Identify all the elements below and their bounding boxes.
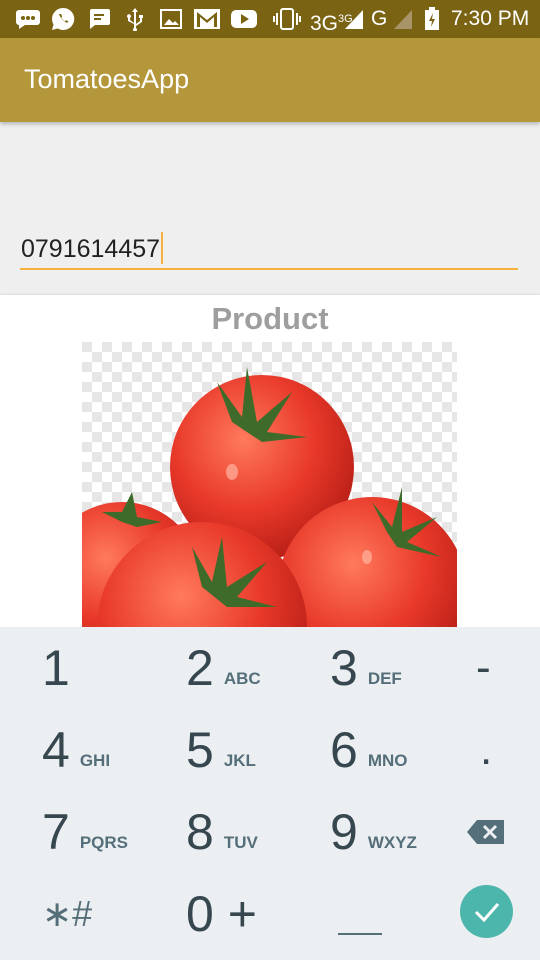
key-letters: DEF (367, 669, 402, 688)
key-digit: 5 (186, 722, 214, 778)
gmail-icon (192, 7, 222, 31)
key-digit: 4 (42, 722, 70, 778)
key-digit: 9 (330, 804, 358, 860)
key-0[interactable]: 0 + (186, 873, 257, 955)
key-letters: TUV (223, 833, 258, 852)
key-7[interactable]: 7 PQRS (42, 791, 128, 873)
key-letters: PQRS (79, 833, 128, 852)
key-5[interactable]: 5 JKL (186, 709, 256, 791)
key-1[interactable]: 1 (42, 627, 70, 709)
space-icon (338, 933, 382, 935)
key-digit: 3 (330, 640, 358, 696)
text-cursor (161, 232, 164, 264)
backspace-button[interactable] (466, 791, 506, 873)
vibrate-icon (272, 7, 302, 31)
done-button[interactable] (460, 885, 513, 938)
product-title: Product (211, 301, 329, 336)
key-letters: GHI (79, 751, 111, 770)
key-digit: 6 (330, 722, 358, 778)
key-8[interactable]: 8 TUV (186, 791, 258, 873)
sms-icon (86, 7, 112, 31)
key-2[interactable]: 2 ABC (186, 627, 261, 709)
usb-icon (124, 7, 146, 31)
signal-icon (393, 7, 413, 31)
youtube-icon (230, 7, 258, 31)
signal-icon (344, 7, 364, 31)
key-letters: WXYZ (367, 833, 417, 852)
phone-number-value: 0791614457 (21, 232, 164, 264)
key-digit: 2 (186, 640, 214, 696)
key-letters: JKL (223, 751, 256, 770)
product-card: Product (0, 295, 540, 627)
key-4[interactable]: 4 GHI (42, 709, 110, 791)
app-bar: TomatoesApp (0, 38, 540, 122)
key-symbol: . (480, 725, 493, 774)
key-letters: MNO (367, 751, 408, 770)
backspace-icon (467, 820, 504, 844)
phone-number-input[interactable]: 0791614457 (20, 226, 518, 270)
key-period[interactable]: . (480, 709, 492, 791)
key-9[interactable]: 9 WXYZ (330, 791, 417, 873)
network2-label: G (371, 7, 388, 30)
key-minus[interactable]: - (476, 627, 491, 709)
key-6[interactable]: 6 MNO (330, 709, 407, 791)
status-bar: 3G3G G 7:30 PM (0, 0, 540, 38)
key-digit: 1 (42, 640, 70, 696)
key-space[interactable] (338, 873, 382, 955)
key-digit: 8 (186, 804, 214, 860)
app-title: TomatoesApp (24, 64, 190, 94)
key-3[interactable]: 3 DEF (330, 627, 402, 709)
tomatoes-image (82, 342, 457, 627)
key-star-hash[interactable]: ∗# (42, 873, 92, 955)
numeric-keypad: 1 2 ABC 3 DEF - 4 GHI 5 JKL 6 MNO . 7 PQ… (0, 627, 540, 960)
whatsapp-icon (50, 7, 76, 31)
key-letters: ABC (223, 669, 261, 688)
key-symbol: ∗# (42, 893, 93, 934)
clock: 7:30 PM (451, 7, 530, 30)
key-symbol: - (476, 643, 491, 692)
check-icon (474, 902, 499, 922)
key-digit: 7 (42, 804, 70, 860)
key-digit: 0 + (186, 886, 257, 942)
chat-icon (14, 7, 42, 31)
battery-charging-icon (424, 7, 440, 31)
image-icon (158, 7, 184, 31)
